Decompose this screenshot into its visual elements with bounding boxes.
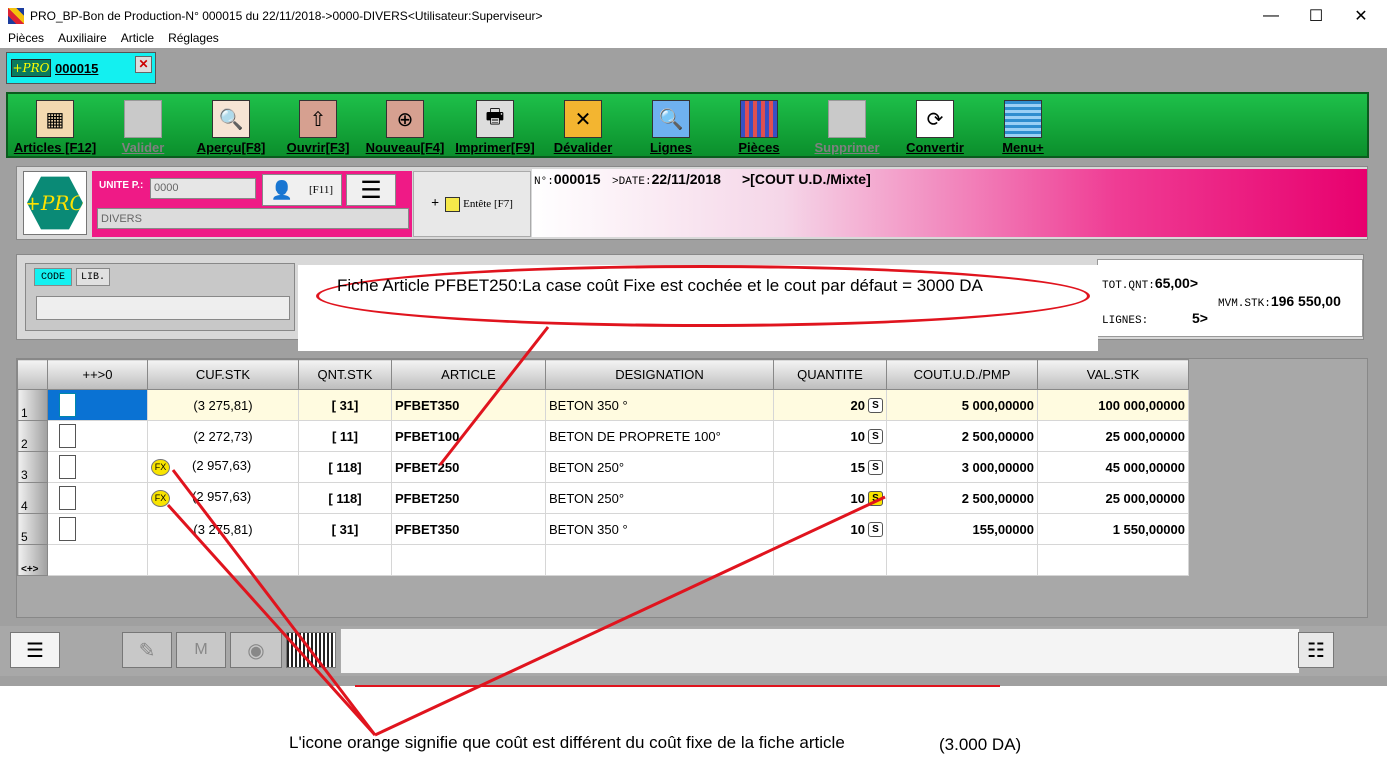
annotation-arrow-article (438, 326, 550, 466)
annotation-arrow-fx-row3 (171, 469, 377, 736)
annotation-bottom-text: L'icone orange signifie que coût est dif… (289, 733, 845, 752)
annotation-bottom-amount: (3.000 DA) (939, 735, 1022, 754)
annotation-arrow-fx-row4 (166, 503, 377, 737)
annotation-arrow-s-row4 (374, 495, 886, 737)
annotation-arrows (166, 326, 886, 737)
